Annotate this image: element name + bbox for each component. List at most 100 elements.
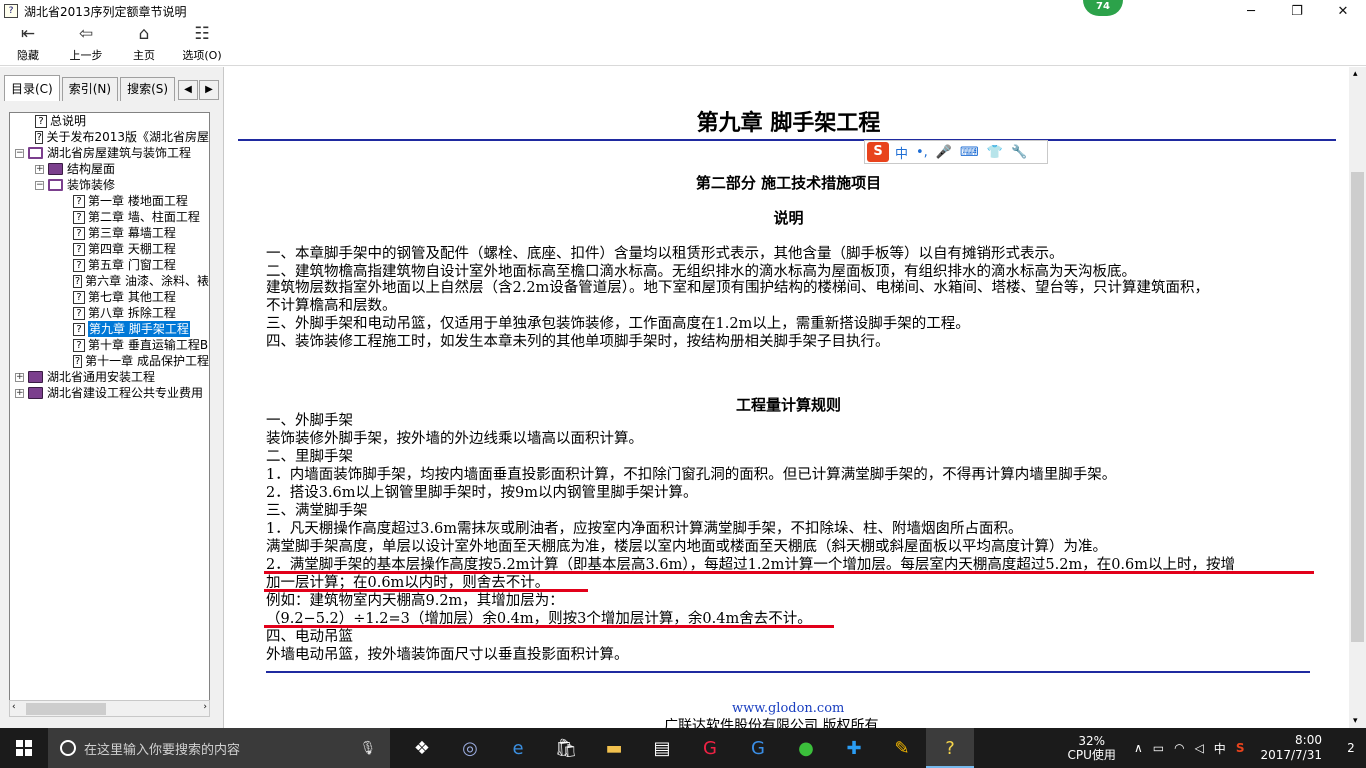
tree-item[interactable]: + 结构屋面 xyxy=(10,161,209,177)
sogou-tray-icon[interactable]: S xyxy=(1236,741,1245,755)
tree-item[interactable]: ? 第十一章 成品保护工程 xyxy=(10,353,209,369)
tree-item[interactable]: ? 第三章 幕墙工程 xyxy=(10,225,209,241)
close-button[interactable]: ✕ xyxy=(1320,0,1366,22)
red-underline xyxy=(264,625,834,628)
part-title: 第二部分 施工技术措施项目 xyxy=(695,174,882,192)
action-center-button[interactable]: 2 xyxy=(1336,741,1366,755)
notes-line: 四、装饰装修工程施工时，如发生本章未列的其他单项脚手架时，按结构册相关脚手架子目… xyxy=(266,334,890,350)
cpu-usage-widget[interactable]: 32% CPU使用 xyxy=(1068,734,1116,762)
open-book-icon xyxy=(48,179,63,191)
task-view-icon[interactable]: ❖ xyxy=(398,728,446,768)
document-app-icon[interactable]: ▤ xyxy=(638,728,686,768)
content-vertical-scrollbar[interactable]: ▴ ▾ xyxy=(1349,67,1366,728)
tree-item[interactable]: ? 第一章 楼地面工程 xyxy=(10,193,209,209)
footer-link[interactable]: www.glodon.com xyxy=(732,701,844,716)
chapter-title: 第九章 脚手架工程 xyxy=(696,110,881,136)
help-page-icon: ? xyxy=(73,354,83,368)
contents-tree[interactable]: ? 总说明? 关于发布2013版《湖北省房屋 − 湖北省房屋建筑与装饰工程 + 结构屋面 − 装… xyxy=(9,112,210,717)
glodon-app-icon[interactable]: G xyxy=(686,728,734,768)
wifi-icon[interactable]: ◠ xyxy=(1174,741,1184,755)
collapse-icon[interactable]: − xyxy=(15,148,24,158)
system-tray: 32% CPU使用 ∧ ▭ ◠ ◁ 中 S 8:00 2017/7/31 2 xyxy=(1068,728,1366,768)
tree-item[interactable]: + 湖北省建设工程公共专业费用 xyxy=(10,385,209,401)
network-icon[interactable]: ▭ xyxy=(1153,741,1164,755)
glodon-blue-app-icon[interactable]: G xyxy=(734,728,782,768)
tree-item[interactable]: ? 第九章 脚手架工程 xyxy=(10,321,209,337)
rules-line: 满堂脚手架高度，单层以设计室外地面至天棚底为准，楼层以室内地面或楼面至天棚底（斜… xyxy=(266,539,1107,555)
tree-item[interactable]: + 湖北省通用安装工程 xyxy=(10,369,209,385)
rules-line: 三、满堂脚手架 xyxy=(266,503,368,519)
rules-line: 四、电动吊篮 xyxy=(266,629,353,645)
clock[interactable]: 8:00 2017/7/31 xyxy=(1260,733,1322,763)
taskbar-search-box[interactable]: 在这里输入你要搜索的内容 🎙 xyxy=(48,728,390,768)
scroll-down-arrow-icon[interactable]: ▾ xyxy=(1353,716,1358,726)
tree-item-label: 湖北省房屋建筑与装饰工程 xyxy=(47,146,192,160)
sogou-logo-icon[interactable]: S xyxy=(867,142,889,162)
tab-index[interactable]: 索引(N) xyxy=(61,77,119,101)
green-app-icon[interactable]: ● xyxy=(782,728,830,768)
plus-app-icon[interactable]: ✚ xyxy=(830,728,878,768)
scroll-right-arrow-icon[interactable]: › xyxy=(203,702,207,712)
ime-mode-toggle[interactable]: 中 xyxy=(895,143,908,162)
tab-scroll-right-icon[interactable]: ▶ xyxy=(199,80,219,100)
tree-item[interactable]: ? 第五章 门窗工程 xyxy=(10,257,209,273)
help-viewer-icon[interactable]: ? xyxy=(926,728,974,768)
volume-icon[interactable]: ◁ xyxy=(1195,741,1204,755)
tab-search[interactable]: 搜索(S) xyxy=(120,77,176,101)
microphone-icon[interactable]: 🎤 xyxy=(936,145,952,160)
tray-chevron-icon[interactable]: ∧ xyxy=(1134,741,1143,755)
app-swirl-icon[interactable]: ◎ xyxy=(446,728,494,768)
expand-icon[interactable]: + xyxy=(15,372,24,382)
tree-item[interactable]: − 装饰装修 xyxy=(10,177,209,193)
tree-item-label: 第六章 油漆、涂料、裱 xyxy=(85,274,209,288)
start-button[interactable] xyxy=(0,728,48,768)
tree-item[interactable]: ? 总说明 xyxy=(10,113,209,129)
notes-line: 三、外脚手架和电动吊篮，仅适用于单独承包装饰装修，工作面高度在1.2m以上，需重… xyxy=(266,316,970,332)
edge-browser-icon[interactable]: e xyxy=(494,728,542,768)
footer-rule xyxy=(266,671,1310,673)
notification-badge[interactable]: 74 xyxy=(1083,0,1123,16)
tab-scroll-left-icon[interactable]: ◀ xyxy=(178,80,198,100)
expand-icon[interactable]: + xyxy=(15,388,24,398)
tree-horizontal-scrollbar[interactable]: ‹ › xyxy=(9,700,210,717)
microphone-icon[interactable]: 🎙 xyxy=(359,741,376,756)
tab-contents[interactable]: 目录(C) xyxy=(4,75,60,101)
tree-item-label: 湖北省建设工程公共专业费用 xyxy=(47,386,204,400)
notes-app-icon[interactable]: ✎ xyxy=(878,728,926,768)
help-page-icon: ? xyxy=(73,338,85,352)
ime-toolbar[interactable]: S 中 •, 🎤 ⌨ 👕 🔧 xyxy=(864,140,1048,164)
tree-item[interactable]: ? 第七章 其他工程 xyxy=(10,289,209,305)
collapse-icon[interactable]: − xyxy=(35,180,44,190)
tree-item[interactable]: ? 关于发布2013版《湖北省房屋 xyxy=(10,129,209,145)
help-page-icon: ? xyxy=(73,274,83,288)
scroll-left-arrow-icon[interactable]: ‹ xyxy=(12,702,16,712)
wrench-icon[interactable]: 🔧 xyxy=(1011,145,1027,160)
help-page-icon: ? xyxy=(73,210,85,224)
rules-line: 二、里脚手架 xyxy=(266,449,353,465)
scroll-up-arrow-icon[interactable]: ▴ xyxy=(1353,69,1358,79)
skin-icon[interactable]: 👕 xyxy=(987,145,1003,160)
minimize-button[interactable]: ─ xyxy=(1228,0,1274,22)
store-icon[interactable]: 🛍 xyxy=(542,728,590,768)
keyboard-icon[interactable]: ⌨ xyxy=(960,145,979,160)
hide-button[interactable]: ⇤ 隐藏 xyxy=(0,22,56,66)
expand-icon[interactable]: + xyxy=(35,164,44,174)
home-button[interactable]: ⌂ 主页 xyxy=(116,22,172,66)
tree-item[interactable]: ? 第八章 拆除工程 xyxy=(10,305,209,321)
tree-item[interactable]: ? 第四章 天棚工程 xyxy=(10,241,209,257)
file-explorer-icon[interactable]: ▬ xyxy=(590,728,638,768)
hide-icon: ⇤ xyxy=(20,24,36,44)
title-rule xyxy=(238,139,1336,141)
options-button[interactable]: ☷ 选项(O) xyxy=(172,22,232,66)
tree-item[interactable]: − 湖北省房屋建筑与装饰工程 xyxy=(10,145,209,161)
help-page-icon: ? xyxy=(73,226,85,240)
tree-item[interactable]: ? 第二章 墙、柱面工程 xyxy=(10,209,209,225)
punctuation-icon[interactable]: •, xyxy=(916,145,928,160)
tree-item[interactable]: ? 第十章 垂直运输工程B xyxy=(10,337,209,353)
help-page-icon: ? xyxy=(35,114,47,128)
tree-item[interactable]: ? 第六章 油漆、涂料、裱 xyxy=(10,273,209,289)
back-button[interactable]: ⇦ 上一步 xyxy=(58,22,114,66)
help-page-icon: ? xyxy=(73,290,85,304)
ime-indicator[interactable]: 中 xyxy=(1214,740,1226,757)
maximize-button[interactable]: ❐ xyxy=(1274,0,1320,22)
